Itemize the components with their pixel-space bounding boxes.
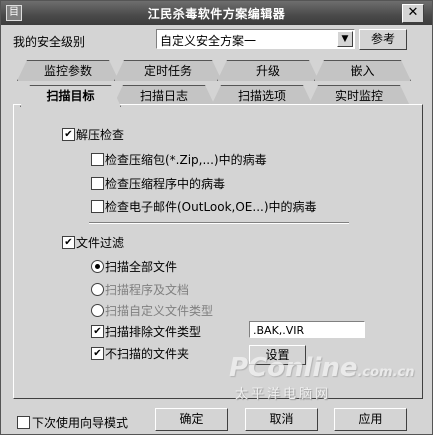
exclude-types-checkbox[interactable]: ✔ xyxy=(91,325,104,338)
packer-check-label: 检查压缩程序中的病毒 xyxy=(105,177,226,191)
reference-button[interactable]: 参考 xyxy=(359,29,407,50)
wizard-mode-label: 下次使用向导模式 xyxy=(32,416,129,430)
title-bar[interactable]: 目 江民杀毒软件方案编辑器 ✕ xyxy=(1,1,432,25)
email-check-checkbox[interactable] xyxy=(91,200,104,213)
skip-folders-label: 不扫描的文件夹 xyxy=(105,347,190,361)
tab-scan-log[interactable]: 扫描日志 xyxy=(113,85,215,106)
section-divider xyxy=(89,222,349,224)
tab-scheduled-tasks[interactable]: 定时任务 xyxy=(114,60,222,81)
cancel-button[interactable]: 取消 xyxy=(245,408,318,431)
packer-check-checkbox[interactable] xyxy=(91,177,104,190)
scan-all-radio[interactable] xyxy=(91,260,104,273)
decompress-label: 解压检查 xyxy=(76,128,125,142)
tab-realtime-monitor[interactable]: 实时监控 xyxy=(308,85,410,106)
scan-custom-label: 扫描自定义文件类型 xyxy=(105,304,214,318)
file-filter-checkbox[interactable]: ✔ xyxy=(62,236,75,249)
security-level-label: 我的安全级别 xyxy=(13,35,86,49)
ok-button[interactable]: 确定 xyxy=(155,408,228,431)
security-level-select[interactable]: 自定义安全方案一 ▼ xyxy=(156,29,355,49)
decompress-checkbox[interactable]: ✔ xyxy=(62,128,75,141)
window-title: 江民杀毒软件方案编辑器 xyxy=(147,7,286,21)
scan-programs-label: 扫描程序及文档 xyxy=(105,283,190,297)
tab-upgrade[interactable]: 升级 xyxy=(217,60,319,81)
exclude-types-label: 扫描排除文件类型 xyxy=(105,325,202,339)
security-level-value: 自定义安全方案一 xyxy=(160,34,257,48)
watermark-text: 太平洋电脑网 xyxy=(235,387,332,402)
scan-programs-radio[interactable] xyxy=(91,283,104,296)
exclude-types-input[interactable]: .BAK,.VIR xyxy=(249,321,365,338)
scan-custom-radio[interactable] xyxy=(91,304,104,317)
archive-check-checkbox[interactable] xyxy=(91,153,104,166)
tab-monitor-params[interactable]: 监控参数 xyxy=(17,60,119,81)
tab-scan-options[interactable]: 扫描选项 xyxy=(211,85,313,106)
close-button[interactable]: ✕ xyxy=(402,4,424,23)
file-filter-label: 文件过滤 xyxy=(76,236,125,250)
skip-folders-checkbox[interactable]: ✔ xyxy=(91,347,104,360)
tab-scan-target[interactable]: 扫描目标 xyxy=(20,85,121,107)
scan-all-label: 扫描全部文件 xyxy=(105,260,178,274)
editor-window: 目 江民杀毒软件方案编辑器 ✕ 我的安全级别 自定义安全方案一 ▼ 参考 监控参… xyxy=(0,0,433,435)
apply-button[interactable]: 应用 xyxy=(334,408,407,431)
watermark-logo: PConline.com.cn xyxy=(229,353,415,383)
tab-embed[interactable]: 嵌入 xyxy=(314,60,411,81)
archive-check-label: 检查压缩包(*.Zip,...)中的病毒 xyxy=(105,153,267,167)
chevron-down-icon[interactable]: ▼ xyxy=(337,31,353,47)
email-check-label: 检查电子邮件(OutLook,OE...)中的病毒 xyxy=(105,200,317,214)
wizard-mode-checkbox[interactable] xyxy=(17,416,30,429)
